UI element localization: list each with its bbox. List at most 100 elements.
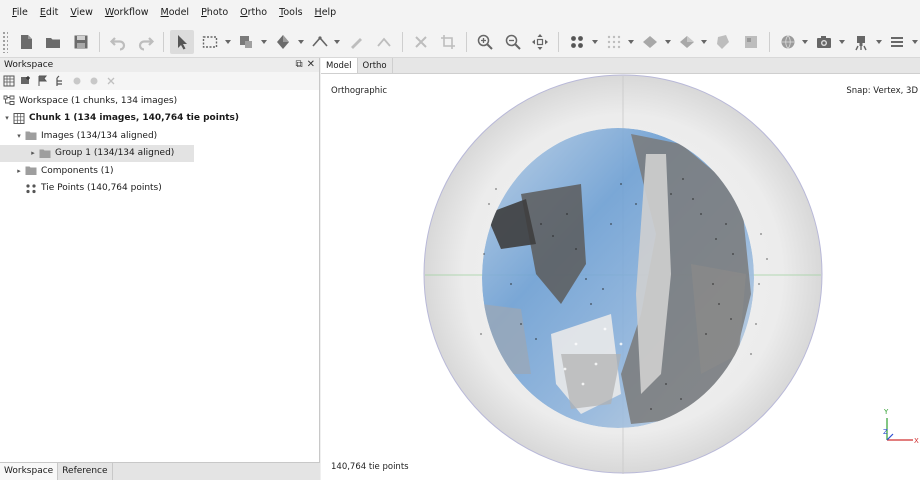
zoom-out-icon[interactable]	[501, 30, 525, 54]
angle-icon[interactable]	[372, 30, 396, 54]
axis-z-line	[886, 433, 894, 441]
3d-scene[interactable]: Y Z X Orthographic Snap: Vertex, 3D 140,…	[321, 74, 920, 480]
mesh-dropdown[interactable]	[664, 30, 672, 54]
main-toolbar	[0, 26, 920, 58]
toolbar-separator	[163, 31, 165, 52]
shape-tool-icon[interactable]	[235, 30, 259, 54]
tab-workspace[interactable]: Workspace	[0, 463, 59, 480]
camera-icon[interactable]	[812, 30, 836, 54]
menu-ortho[interactable]: Ortho	[234, 0, 273, 26]
menu-bar: File Edit View Workflow Model Photo Orth…	[0, 0, 920, 26]
tree-label-components: Components (1)	[41, 165, 114, 176]
texture-dropdown[interactable]	[701, 30, 709, 54]
add-chunk-icon[interactable]	[2, 74, 16, 88]
menu-edit[interactable]: Edit	[34, 0, 64, 26]
menu-view[interactable]: View	[64, 0, 99, 26]
point-cloud	[482, 128, 754, 428]
point-cloud-dropdown[interactable]	[591, 30, 599, 54]
tree-item-group[interactable]: ▸ Group 1 (134/134 aligned)	[0, 144, 194, 162]
tree-item-workspace[interactable]: Workspace (1 chunks, 134 images)	[0, 92, 319, 110]
workspace-panel: Workspace ⧉ ✕ Workspace (1 chunks, 134 i…	[0, 58, 320, 480]
expand-arrow-icon[interactable]: ▸	[14, 167, 24, 175]
tab-model[interactable]: Model	[321, 58, 358, 73]
remove-icon[interactable]	[104, 74, 118, 88]
axis-y-label: Y	[883, 408, 889, 416]
add-marker-icon[interactable]	[36, 74, 50, 88]
menu-file[interactable]: File	[6, 0, 34, 26]
axis-z-label: Z	[883, 428, 888, 436]
folder-icon	[24, 165, 37, 176]
tree-label-chunk: Chunk 1 (134 images, 140,764 tie points)	[29, 113, 240, 124]
menu-tools[interactable]: Tools	[273, 0, 308, 26]
tree-item-components[interactable]: ▸ Components (1)	[0, 162, 319, 180]
toolbar-separator	[768, 31, 770, 52]
texture-icon[interactable]	[675, 30, 699, 54]
point-cloud-icon[interactable]	[565, 30, 589, 54]
globe-icon[interactable]	[776, 30, 800, 54]
add-photos-icon[interactable]	[19, 74, 33, 88]
menu-workflow[interactable]: Workflow	[99, 0, 155, 26]
undo-icon[interactable]	[106, 30, 130, 54]
chunk-icon	[12, 112, 25, 124]
shape-tool-dropdown[interactable]	[260, 30, 268, 54]
navigation-arrow-icon[interactable]	[170, 29, 195, 54]
dem-icon[interactable]	[739, 30, 763, 54]
folder-icon	[24, 130, 37, 141]
tie-points-icon	[24, 183, 37, 194]
drone-dropdown[interactable]	[875, 30, 883, 54]
tab-ortho[interactable]: Ortho	[358, 58, 393, 73]
ruler-dropdown[interactable]	[333, 30, 341, 54]
save-icon[interactable]	[69, 30, 93, 54]
redo-icon[interactable]	[134, 30, 158, 54]
disable-icon[interactable]	[87, 74, 101, 88]
enable-icon[interactable]	[70, 74, 84, 88]
collapse-arrow-icon[interactable]: ▾	[2, 114, 12, 122]
new-file-icon[interactable]	[14, 30, 38, 54]
axis-x-label: X	[914, 437, 919, 445]
add-scalebar-icon[interactable]	[53, 74, 67, 88]
crop-icon[interactable]	[436, 30, 460, 54]
toolbar-separator	[466, 31, 468, 52]
mesh-icon[interactable]	[638, 30, 662, 54]
toolbar-separator	[558, 31, 560, 52]
camera-dropdown[interactable]	[838, 30, 846, 54]
drone-icon[interactable]	[849, 30, 873, 54]
collapse-arrow-icon[interactable]: ▾	[14, 132, 24, 140]
axis-gizmo: Y Z X	[883, 408, 919, 445]
tie-points-count-label: 140,764 tie points	[331, 462, 409, 472]
close-panel-icon[interactable]: ✕	[307, 58, 315, 72]
expand-arrow-icon[interactable]: ▸	[28, 149, 38, 157]
workspace-panel-header: Workspace ⧉ ✕	[0, 58, 319, 72]
draw-polygon-dropdown[interactable]	[297, 30, 305, 54]
tree-item-tie-points[interactable]: Tie Points (140,764 points)	[0, 180, 319, 198]
tab-reference[interactable]: Reference	[58, 463, 113, 480]
globe-dropdown[interactable]	[801, 30, 809, 54]
draw-polygon-icon[interactable]	[271, 30, 295, 54]
delete-icon[interactable]	[409, 30, 433, 54]
rectangle-selection-icon[interactable]	[198, 30, 222, 54]
toolbar-grip[interactable]	[2, 30, 8, 53]
projection-label: Orthographic	[331, 86, 388, 96]
zoom-in-icon[interactable]	[473, 30, 497, 54]
open-folder-icon[interactable]	[42, 30, 66, 54]
grid-dots-icon[interactable]	[602, 30, 626, 54]
grid-dots-dropdown[interactable]	[627, 30, 635, 54]
viewport-tabs: Model Ortho	[321, 58, 920, 74]
brush-icon[interactable]	[344, 30, 368, 54]
tree-item-images[interactable]: ▾ Images (134/134 aligned)	[0, 127, 319, 145]
menu-photo[interactable]: Photo	[195, 0, 234, 26]
tiled-model-icon[interactable]	[711, 30, 735, 54]
ruler-icon[interactable]	[308, 30, 332, 54]
workspace-panel-title: Workspace	[4, 60, 54, 70]
rectangle-selection-dropdown[interactable]	[224, 30, 232, 54]
workspace-toolbar	[0, 72, 319, 90]
tree-item-chunk[interactable]: ▾ Chunk 1 (134 images, 140,764 tie point…	[0, 110, 319, 128]
snap-label: Snap: Vertex, 3D	[846, 86, 918, 96]
menu-help[interactable]: Help	[309, 0, 343, 26]
menu-model[interactable]: Model	[155, 0, 196, 26]
menu-lines-icon[interactable]	[886, 30, 910, 54]
workspace-icon	[2, 95, 15, 106]
move-icon[interactable]	[528, 30, 552, 54]
float-panel-icon[interactable]: ⧉	[295, 58, 302, 72]
menu-lines-dropdown[interactable]	[911, 30, 919, 54]
